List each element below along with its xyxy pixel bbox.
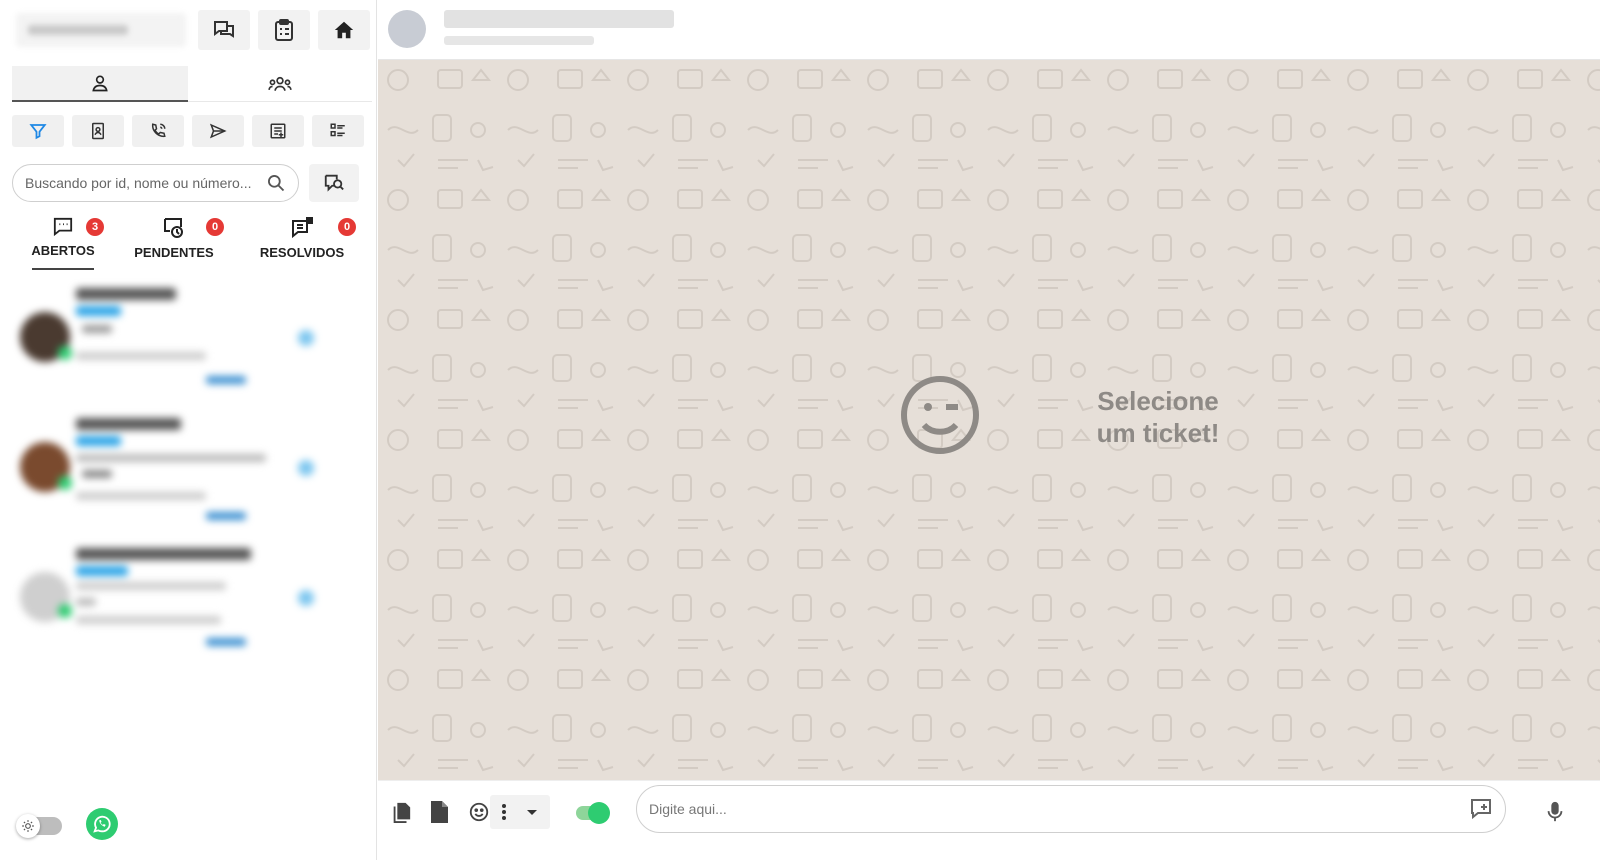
message-input[interactable] <box>649 801 1469 817</box>
queue-select[interactable] <box>16 13 186 47</box>
search-icon[interactable] <box>266 173 286 193</box>
send-icon <box>209 123 227 139</box>
chat-button[interactable] <box>198 10 250 50</box>
wink-face-icon <box>901 376 979 454</box>
pendentes-count-badge: 0 <box>206 218 224 236</box>
list-button[interactable] <box>312 115 364 147</box>
whatsapp-button[interactable] <box>86 808 118 840</box>
chat-area: Selecione um ticket! <box>378 60 1600 780</box>
status-dot <box>58 604 72 618</box>
empty-state-message: Selecione um ticket! <box>1058 385 1258 449</box>
tab-pendentes[interactable]: PENDENTES <box>130 212 218 270</box>
notes-button[interactable] <box>252 115 304 147</box>
pending-clock-icon <box>164 218 183 238</box>
attach-files-button[interactable] <box>384 795 418 829</box>
ticket-list <box>6 280 366 680</box>
theme-toggle[interactable] <box>14 814 64 838</box>
calls-button[interactable] <box>132 115 184 147</box>
emoji-icon <box>469 802 489 822</box>
new-ticket-button[interactable] <box>309 164 359 202</box>
tab-resolvidos-label: RESOLVIDOS <box>259 245 345 260</box>
tab-my-tickets[interactable] <box>12 66 188 102</box>
tab-pendentes-label: PENDENTES <box>134 245 214 260</box>
whatsapp-icon <box>93 815 111 833</box>
chat-search-icon <box>324 174 344 192</box>
tab-abertos-label: ABERTOS <box>31 243 95 258</box>
empty-state-line1: Selecione <box>1097 386 1219 416</box>
left-panel: ABERTOS 3 PENDENTES 0 RESOLVIDOS 0 <box>0 0 377 860</box>
files-icon <box>393 802 411 823</box>
status-dot <box>58 346 72 360</box>
phone-icon <box>151 123 166 138</box>
filter-icon <box>29 124 47 140</box>
tasks-button[interactable] <box>258 10 310 50</box>
chat-header <box>378 0 1600 60</box>
top-bar <box>12 10 372 50</box>
abertos-count-badge: 3 <box>86 218 104 236</box>
person-icon <box>92 75 108 92</box>
contacts-button[interactable] <box>72 115 124 147</box>
search-input[interactable] <box>25 175 266 191</box>
tools-row <box>12 115 372 147</box>
document-icon <box>431 801 448 823</box>
contact-name-placeholder <box>444 10 674 28</box>
resolvidos-count-badge: 0 <box>338 218 356 236</box>
ticket-item[interactable] <box>6 542 356 667</box>
sun-icon <box>22 820 34 832</box>
message-box <box>636 785 1506 833</box>
signature-toggle[interactable] <box>574 801 610 824</box>
empty-state-line2: um ticket! <box>1096 418 1220 448</box>
filter-button[interactable] <box>12 115 64 147</box>
contact-status-placeholder <box>444 36 594 45</box>
search-box <box>12 164 299 202</box>
resolved-chat-icon <box>292 217 313 239</box>
chevron-down-icon <box>527 810 537 815</box>
tab-resolvidos[interactable]: RESOLVIDOS <box>256 212 348 270</box>
quick-reply-icon[interactable] <box>1469 797 1493 821</box>
message-composer <box>378 780 1600 860</box>
status-tabs: ABERTOS 3 PENDENTES 0 RESOLVIDOS 0 <box>12 212 372 272</box>
home-button[interactable] <box>318 10 370 50</box>
ticket-item[interactable] <box>6 410 356 535</box>
contact-book-icon <box>92 122 104 140</box>
checklist-icon <box>330 123 345 137</box>
status-dot <box>58 476 72 490</box>
contact-avatar <box>388 10 426 48</box>
attach-document-button[interactable] <box>422 795 456 829</box>
clipboard-icon <box>275 19 293 41</box>
note-add-icon <box>270 123 286 139</box>
bottom-controls <box>14 808 134 848</box>
tab-abertos[interactable]: ABERTOS <box>31 212 95 270</box>
mic-button[interactable] <box>1538 795 1572 829</box>
inbox-tabs <box>12 66 372 102</box>
ticket-item[interactable] <box>6 280 356 405</box>
group-icon <box>268 76 292 91</box>
microphone-icon <box>1547 801 1563 822</box>
send-button[interactable] <box>192 115 244 147</box>
more-vertical-icon <box>502 804 506 820</box>
home-icon <box>334 21 354 39</box>
chat-bubble-icon <box>53 217 73 237</box>
empty-state: Selecione um ticket! <box>898 373 1258 463</box>
app: ABERTOS 3 PENDENTES 0 RESOLVIDOS 0 <box>0 0 1600 860</box>
tab-group-tickets[interactable] <box>188 66 372 102</box>
chat-bubbles-icon <box>214 21 234 38</box>
more-options-button[interactable] <box>490 795 550 829</box>
